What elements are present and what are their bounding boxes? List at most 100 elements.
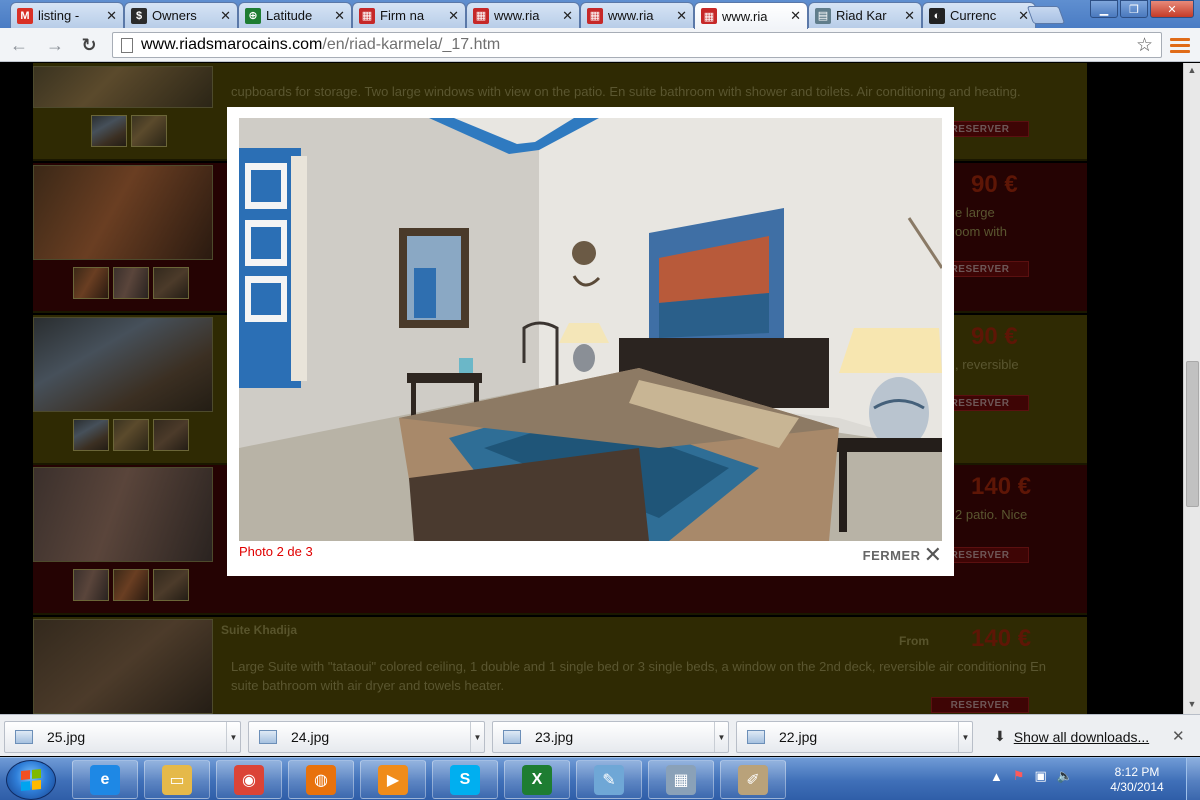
show-all-downloads[interactable]: ⬇ Show all downloads...: [994, 728, 1149, 745]
tab-close-icon[interactable]: ✕: [562, 8, 573, 24]
scroll-up-icon[interactable]: ▲: [1187, 65, 1197, 75]
taskbar-app-button[interactable]: ▶: [360, 760, 426, 799]
show-hidden-icons-icon[interactable]: ▲: [990, 769, 1003, 784]
browser-tab[interactable]: ▦ www.ria ✕: [466, 2, 580, 28]
show-all-downloads-link[interactable]: Show all downloads...: [1014, 729, 1149, 745]
taskbar-app-button[interactable]: ▦: [648, 760, 714, 799]
tab-close-icon[interactable]: ✕: [448, 8, 459, 24]
start-button[interactable]: [6, 760, 56, 800]
globe-icon: ⊕: [245, 7, 261, 24]
download-options-icon[interactable]: ▼: [226, 722, 240, 752]
room-thumbnail[interactable]: [113, 267, 149, 299]
room-price: 90 €: [971, 323, 1018, 350]
taskbar-app-button[interactable]: e: [72, 760, 138, 799]
tab-title: Owners: [152, 8, 197, 23]
close-window-button[interactable]: ✕: [1150, 0, 1194, 18]
room-thumbnail[interactable]: [73, 267, 109, 299]
tab-close-icon[interactable]: ✕: [334, 8, 345, 24]
page-scrollbar[interactable]: ▲ ▼: [1183, 63, 1200, 714]
room-photo[interactable]: [33, 619, 213, 714]
minimize-button[interactable]: ▁: [1090, 0, 1118, 18]
new-tab-button[interactable]: [1026, 6, 1066, 24]
browser-tab[interactable]: ▦ Firm na ✕: [352, 2, 466, 28]
room-photo[interactable]: [33, 66, 213, 108]
close-lightbox-button[interactable]: FERMER ✕: [862, 542, 942, 567]
room-thumbnails: [73, 267, 189, 299]
room-photo[interactable]: [33, 317, 213, 412]
firefox-icon: ◍: [306, 764, 336, 795]
download-item[interactable]: 25.jpg ▼: [4, 721, 241, 753]
forward-button[interactable]: →: [44, 34, 66, 56]
taskbar-app-button[interactable]: ▭: [144, 760, 210, 799]
tab-close-icon[interactable]: ✕: [106, 8, 117, 24]
browser-tab[interactable]: ⊕ Latitude ✕: [238, 2, 352, 28]
room-thumbnails: [73, 569, 189, 601]
image-file-icon: [747, 730, 765, 744]
taskbar-app-button[interactable]: ◉: [216, 760, 282, 799]
room-thumbnail[interactable]: [73, 569, 109, 601]
action-center-icon[interactable]: ⚑: [1013, 768, 1025, 784]
back-button[interactable]: ←: [8, 34, 30, 56]
scroll-down-icon[interactable]: ▼: [1187, 699, 1197, 709]
room-thumbnail[interactable]: [153, 419, 189, 451]
page-grid-icon: ▦: [473, 7, 489, 24]
system-tray: ▲ ⚑ ▣ 🔈: [990, 768, 1073, 784]
reload-button[interactable]: ↻: [78, 34, 100, 56]
download-item[interactable]: 22.jpg ▼: [736, 721, 973, 753]
download-options-icon[interactable]: ▼: [470, 722, 484, 752]
room-thumbnail[interactable]: [153, 569, 189, 601]
room-photo[interactable]: [33, 467, 213, 562]
address-bar[interactable]: www.riadsmarocains.com/en/riad-karmela/_…: [112, 32, 1162, 58]
tab-close-icon[interactable]: ✕: [676, 8, 687, 24]
close-label: FERMER: [862, 547, 921, 563]
browser-tab[interactable]: ▦ www.ria ✕: [580, 2, 694, 28]
tab-close-icon[interactable]: ✕: [220, 8, 231, 24]
windows-taskbar: e ▭ ◉ ◍ ▶ S X ✎ ▦ ✐ ▲ ⚑ ▣ 🔈 8:12 PM 4/30/2014: [0, 757, 1200, 800]
browser-tab[interactable]: ▤ Riad Kar ✕: [808, 2, 922, 28]
page-grid-icon: ▦: [587, 7, 603, 24]
download-item[interactable]: 23.jpg ▼: [492, 721, 729, 753]
network-icon[interactable]: ▣: [1035, 768, 1047, 784]
download-item[interactable]: 24.jpg ▼: [248, 721, 485, 753]
browser-tab[interactable]: ▦ www.ria ✕: [694, 2, 808, 29]
browser-tab[interactable]: Mlisting - ✕: [10, 2, 124, 28]
clock-time: 8:12 PM: [1114, 765, 1160, 779]
tab-close-icon[interactable]: ✕: [790, 8, 801, 24]
paint-icon: ✐: [738, 764, 768, 795]
clock[interactable]: 8:12 PM 4/30/2014: [1104, 765, 1170, 795]
taskbar-app-button[interactable]: ✎: [576, 760, 642, 799]
download-options-icon[interactable]: ▼: [958, 722, 972, 752]
forward-arrow-icon: →: [46, 34, 64, 55]
room-thumbnail[interactable]: [131, 115, 167, 147]
browser-tab[interactable]: ◐ Currenc ✕: [922, 2, 1036, 28]
page-grid-icon: ▦: [359, 7, 375, 24]
close-shelf-icon[interactable]: ✕: [1172, 727, 1185, 745]
room-photo[interactable]: [33, 165, 213, 260]
bookmark-star-icon[interactable]: ☆: [1136, 34, 1153, 57]
browser-tab[interactable]: $ Owners ✕: [124, 2, 238, 28]
room-thumbnail[interactable]: [91, 115, 127, 147]
tab-title: Riad Kar: [836, 8, 887, 23]
volume-icon[interactable]: 🔈: [1057, 768, 1073, 784]
room-thumbnail[interactable]: [153, 267, 189, 299]
tab-close-icon[interactable]: ✕: [904, 8, 915, 24]
room-thumbnail[interactable]: [73, 419, 109, 451]
taskbar-app-button[interactable]: ✐: [720, 760, 786, 799]
room-row: Suite Khadija From 140 € Large Suite wit…: [33, 617, 1087, 714]
chrome-menu-button[interactable]: [1170, 35, 1190, 55]
page-icon: [121, 37, 133, 53]
notepad-icon: ✎: [594, 764, 624, 795]
reload-icon: ↻: [81, 34, 97, 55]
room-thumbnail[interactable]: [113, 569, 149, 601]
show-desktop-button[interactable]: [1186, 758, 1200, 800]
scrollbar-thumb[interactable]: [1186, 361, 1199, 507]
back-arrow-icon: ←: [10, 34, 28, 55]
taskbar-app-button[interactable]: ◍: [288, 760, 354, 799]
room-thumbnail[interactable]: [113, 419, 149, 451]
taskbar-app-button[interactable]: S: [432, 760, 498, 799]
taskbar-app-button[interactable]: X: [504, 760, 570, 799]
maximize-button[interactable]: ❐: [1120, 0, 1148, 18]
close-icon: ✕: [923, 542, 942, 567]
reserve-button[interactable]: RESERVER: [931, 697, 1029, 713]
download-options-icon[interactable]: ▼: [714, 722, 728, 752]
